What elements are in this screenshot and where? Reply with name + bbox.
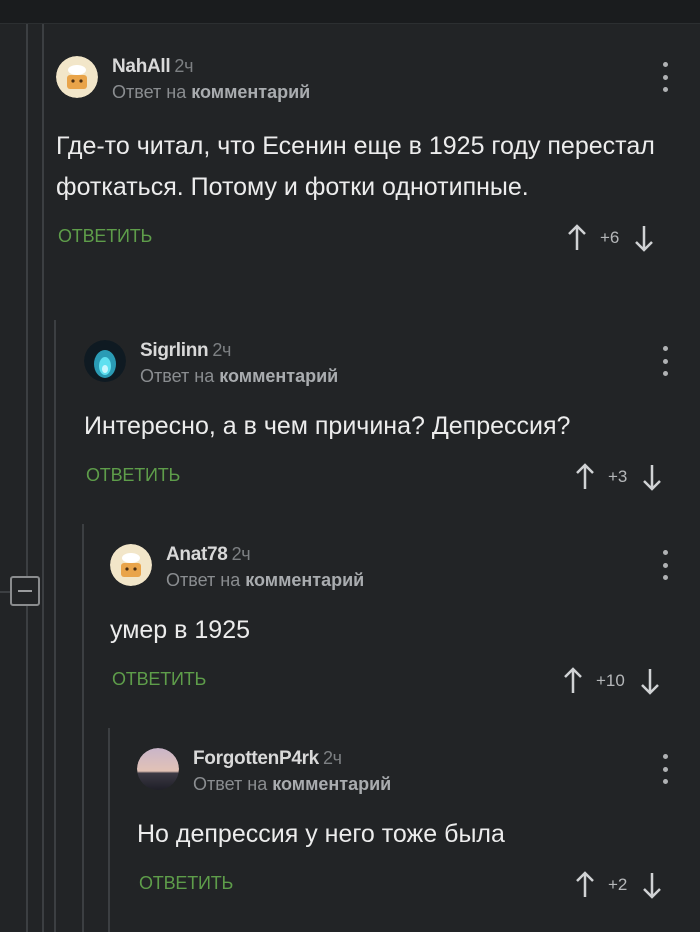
more-options-icon[interactable] <box>660 550 670 580</box>
reply-button[interactable]: ОТВЕТИТЬ <box>139 873 233 894</box>
comment-author[interactable]: NahAll 2ч <box>112 56 193 78</box>
thread-line <box>26 24 28 932</box>
reply-to-label: Ответ на комментарий <box>193 774 392 794</box>
vote-controls: +3 <box>574 459 663 495</box>
comment: Sigrlinn 2ч Ответ на комментарий Интересн… <box>84 340 700 495</box>
downvote-arrow-icon[interactable] <box>641 463 663 491</box>
comment-time: 2ч <box>231 544 251 564</box>
collapse-thread-button[interactable] <box>10 576 40 606</box>
comment-actions: ОТВЕТИТЬ +6 <box>56 220 700 256</box>
reply-button[interactable]: ОТВЕТИТЬ <box>112 669 206 690</box>
comment-actions: ОТВЕТИТЬ +3 <box>84 459 700 495</box>
more-options-icon[interactable] <box>660 346 670 376</box>
comment-actions: ОТВЕТИТЬ +2 <box>137 867 700 903</box>
more-options-icon[interactable] <box>660 62 670 92</box>
comment-header: NahAll 2ч Ответ на комментарий <box>56 56 700 102</box>
comment-author[interactable]: ForgottenP4rk 2ч <box>193 748 342 770</box>
downvote-arrow-icon[interactable] <box>639 667 661 695</box>
comment-author[interactable]: Sigrlinn 2ч <box>140 340 231 362</box>
downvote-arrow-icon[interactable] <box>641 871 663 899</box>
reply-to-link[interactable]: комментарий <box>191 82 310 102</box>
blue-flame-avatar-icon[interactable] <box>84 340 126 382</box>
comment-text: Но депрессия у него тоже была <box>137 820 505 848</box>
comment-author[interactable]: Anat78 2ч <box>166 544 251 566</box>
upvote-arrow-icon[interactable] <box>566 224 588 252</box>
comment-text: Где-то читал, что Есенин еще в 1925 году… <box>56 132 655 201</box>
comment: Anat78 2ч Ответ на комментарий умер в 192… <box>110 544 700 699</box>
thread-line <box>82 524 84 932</box>
reply-button[interactable]: ОТВЕТИТЬ <box>58 226 152 247</box>
minus-icon <box>18 590 32 592</box>
comment-time: 2ч <box>174 56 194 76</box>
upvote-arrow-icon[interactable] <box>574 871 596 899</box>
reply-to-link[interactable]: комментарий <box>272 774 391 794</box>
upvote-arrow-icon[interactable] <box>574 463 596 491</box>
comment-time: 2ч <box>212 340 232 360</box>
comment-header: Anat78 2ч Ответ на комментарий <box>110 544 700 590</box>
downvote-arrow-icon[interactable] <box>633 224 655 252</box>
reply-to-label: Ответ на комментарий <box>112 82 311 102</box>
upvote-arrow-icon[interactable] <box>562 667 584 695</box>
comment-score: +6 <box>600 228 620 247</box>
comment-actions: ОТВЕТИТЬ +10 <box>110 663 700 699</box>
thread-line <box>54 320 56 932</box>
comment-time: 2ч <box>322 748 342 768</box>
more-options-icon[interactable] <box>660 754 670 784</box>
reply-button[interactable]: ОТВЕТИТЬ <box>86 465 180 486</box>
top-bar <box>0 0 700 24</box>
comment-score: +3 <box>608 467 628 486</box>
thread-line <box>108 728 110 932</box>
comment-header: ForgottenP4rk 2ч Ответ на комментарий <box>137 748 700 794</box>
comment-score: +10 <box>596 671 625 690</box>
comment: ForgottenP4rk 2ч Ответ на комментарий Но … <box>137 748 700 903</box>
thread-line <box>42 24 44 932</box>
reply-to-link[interactable]: комментарий <box>219 366 338 386</box>
comment-text: Интересно, а в чем причина? Депрессия? <box>84 412 571 440</box>
sunset-avatar-icon[interactable] <box>137 748 179 790</box>
reply-to-label: Ответ на комментарий <box>140 366 339 386</box>
reply-to-link[interactable]: комментарий <box>245 570 364 590</box>
comment: NahAll 2ч Ответ на комментарий Где-то чит… <box>56 56 700 256</box>
chef-avatar-icon[interactable] <box>56 56 98 98</box>
vote-controls: +6 <box>566 220 655 256</box>
comment-header: Sigrlinn 2ч Ответ на комментарий <box>84 340 700 386</box>
comment-score: +2 <box>608 875 628 894</box>
chef-avatar-icon[interactable] <box>110 544 152 586</box>
vote-controls: +2 <box>574 867 663 903</box>
reply-to-label: Ответ на комментарий <box>166 570 365 590</box>
comment-text: умер в 1925 <box>110 616 251 644</box>
vote-controls: +10 <box>562 663 661 699</box>
